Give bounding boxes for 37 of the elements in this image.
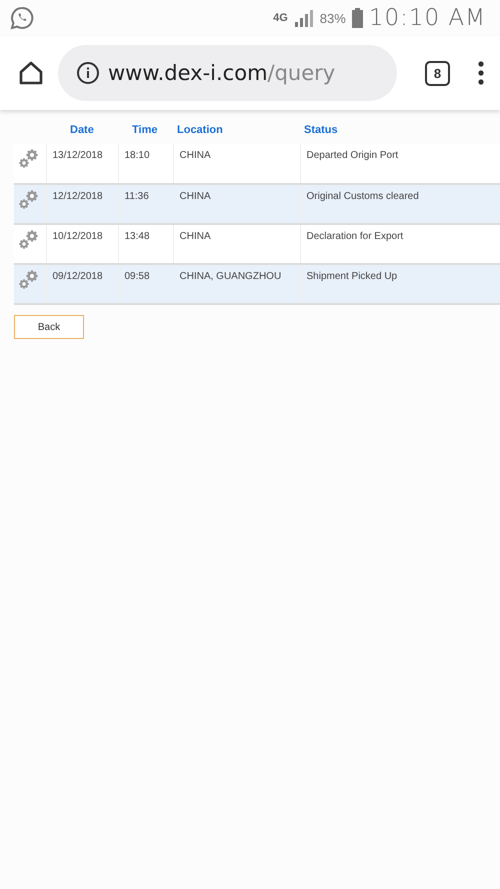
table-cell: 13/12/2018 [46,144,118,184]
signal-icon [294,9,314,27]
table-cell: Departed Origin Port [300,144,500,184]
gears-icon [18,269,40,291]
url-text: www.dex-i.com/query [108,61,336,85]
info-icon[interactable] [76,61,100,85]
column-header: Location [173,116,300,144]
battery-level: 83% [320,10,346,26]
table-cell: Shipment Picked Up [300,264,500,304]
table-cell: CHINA [173,144,300,184]
column-header: Date [46,116,118,144]
menu-icon[interactable] [478,61,484,85]
table-cell: Original Customs cleared [300,184,500,224]
table-cell: Declaration for Export [300,224,500,264]
clock: 10:10 AM [368,5,486,31]
table-cell: 11:36 [118,184,173,224]
table-cell: CHINA, GUANGZHOU [173,264,300,304]
table-cell: 09/12/2018 [46,264,118,304]
table-cell: 09:58 [118,264,173,304]
home-icon[interactable] [18,60,44,86]
tab-count-button[interactable]: 8 [425,60,450,86]
table-cell: 10/12/2018 [46,224,118,264]
battery-icon [352,8,363,28]
column-header: Status [300,116,500,144]
network-type: 4G [273,12,288,24]
table-cell: CHINA [173,224,300,264]
gears-icon [18,189,40,211]
chat-app-icon [10,6,34,30]
address-bar[interactable]: www.dex-i.com/query [58,45,397,101]
gears-icon [18,229,40,251]
column-header: Time [118,116,173,144]
table-cell: 18:10 [118,144,173,184]
table-cell: 13:48 [118,224,173,264]
back-button[interactable]: Back [14,315,84,339]
gears-icon [18,148,40,170]
table-cell: CHINA [173,184,300,224]
table-cell: 12/12/2018 [46,184,118,224]
